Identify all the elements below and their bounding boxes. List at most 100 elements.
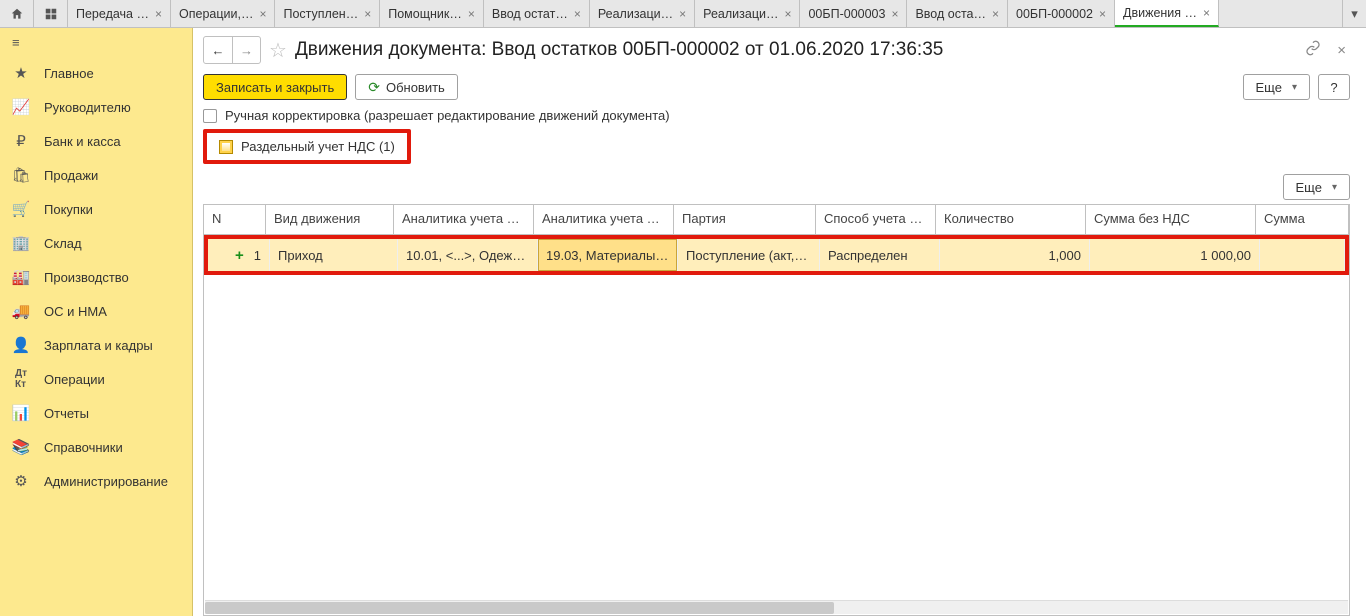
close-pane-button[interactable]: × [1333,38,1350,63]
close-icon[interactable]: × [574,7,581,21]
chevron-down-icon: ▾ [1332,182,1337,193]
sidebar-item-salary[interactable]: 👤Зарплата и кадры [0,328,192,362]
tab-5[interactable]: Реализаци…× [590,0,695,27]
cell-sum2[interactable] [1260,239,1345,271]
ruble-icon: ₽ [12,132,30,150]
cell-acc1[interactable]: 10.01, <...>, Одеж… [398,239,538,271]
history-nav: ← → [203,36,261,64]
scrollbar-thumb[interactable] [205,602,834,614]
grid-toolbar: Еще▾ [203,174,1350,200]
close-icon[interactable]: × [992,7,999,21]
grid-more-button[interactable]: Еще▾ [1283,174,1350,200]
sidebar-item-production[interactable]: 🏭 Производство [0,260,192,294]
close-icon[interactable]: × [468,7,475,21]
gear-icon: ⚙ [12,472,30,490]
sidebar-item-operations[interactable]: ДтКтОперации [0,362,192,396]
books-icon: 📚 [12,438,30,456]
save-close-button[interactable]: Записать и закрыть [203,74,347,100]
col-qty[interactable]: Количество [936,205,1086,234]
register-tab-vat[interactable]: Раздельный учет НДС (1) [203,129,411,164]
tabs-overflow-button[interactable]: ▾ [1342,0,1366,27]
forward-button[interactable]: → [232,37,260,63]
sidebar: ≡ ★Главное 📈 Руководителю ₽ Банк и касса 🛍… [0,28,193,616]
more-button[interactable]: Еще▾ [1243,74,1310,100]
cell-sum[interactable]: 1 000,00 [1090,239,1260,271]
factory-icon: 🏭 [12,268,30,286]
tab-10[interactable]: Движения …× [1115,0,1219,27]
windows-icon[interactable] [34,0,68,27]
col-sum[interactable]: Сумма без НДС [1086,205,1256,234]
sidebar-item-label: Администрирование [44,474,168,489]
sidebar-item-label: Главное [44,66,94,81]
tab-6[interactable]: Реализаци…× [695,0,800,27]
sidebar-item-label: Продажи [44,168,98,183]
accounting-icon: ДтКт [12,368,30,390]
sidebar-item-label: Производство [44,270,129,285]
toolbar: Записать и закрыть ⟳Обновить Еще▾ ? [203,74,1350,100]
manual-edit-row: Ручная корректировка (разрешает редактир… [203,108,1350,123]
sidebar-item-label: Руководителю [44,100,131,115]
sidebar-item-label: Зарплата и кадры [44,338,153,353]
tab-8[interactable]: Ввод оста…× [907,0,1008,27]
close-icon[interactable]: × [259,7,266,21]
cell-method[interactable]: Распределен [820,239,940,271]
tab-4[interactable]: Ввод остат…× [484,0,590,27]
sidebar-item-sales[interactable]: 🛍Продажи [0,158,192,192]
col-acc2[interactable]: Аналитика учета … [534,205,674,234]
chart-line-icon: 📈 [12,98,30,116]
close-icon[interactable]: × [364,7,371,21]
manual-edit-checkbox[interactable] [203,109,217,123]
cell-kind[interactable]: Приход [270,239,398,271]
manual-edit-label: Ручная корректировка (разрешает редактир… [225,108,670,123]
table-row[interactable]: +1 Приход 10.01, <...>, Одеж… 19.03, Мат… [208,239,1345,271]
tab-strip: Передача …× Операции,…× Поступлен…× Помо… [68,0,1342,27]
grid-header: N Вид движения Аналитика учета … Аналити… [204,205,1349,235]
building-icon: 🏢 [12,234,30,252]
close-icon[interactable]: × [155,7,162,21]
sidebar-item-purchases[interactable]: 🛒Покупки [0,192,192,226]
horizontal-scrollbar[interactable] [205,600,1348,614]
col-kind[interactable]: Вид движения [266,205,394,234]
sidebar-item-admin[interactable]: ⚙ Администрирование [0,464,192,498]
sidebar-item-label: Склад [44,236,82,251]
tab-7[interactable]: 00БП-000003× [800,0,907,27]
sidebar-item-main[interactable]: ★Главное [0,56,192,90]
col-sum2[interactable]: Сумма [1256,205,1349,234]
col-party[interactable]: Партия [674,205,816,234]
sidebar-item-assets[interactable]: 🚚ОС и НМА [0,294,192,328]
sidebar-item-warehouse[interactable]: 🏢 Склад [0,226,192,260]
sidebar-item-label: Банк и касса [44,134,121,149]
tab-3[interactable]: Помощник…× [380,0,484,27]
header-row: ← → ☆ Движения документа: Ввод остатков … [203,36,1350,64]
page-title: Движения документа: Ввод остатков 00БП-0… [295,39,943,61]
help-button[interactable]: ? [1318,74,1350,100]
sidebar-item-reports[interactable]: 📊Отчеты [0,396,192,430]
tab-1[interactable]: Операции,…× [171,0,275,27]
close-icon[interactable]: × [891,7,898,21]
cell-party[interactable]: Поступление (акт,… [678,239,820,271]
col-method[interactable]: Способ учета … [816,205,936,234]
close-icon[interactable]: × [1203,6,1210,20]
close-icon[interactable]: × [679,7,686,21]
col-n[interactable]: N [204,205,266,234]
sidebar-item-manager[interactable]: 📈 Руководителю [0,90,192,124]
cell-qty[interactable]: 1,000 [940,239,1090,271]
home-icon[interactable] [0,0,34,27]
sidebar-toggle[interactable]: ≡ [0,28,192,56]
back-button[interactable]: ← [204,37,232,63]
tab-0[interactable]: Передача …× [68,0,171,27]
link-icon[interactable] [1301,36,1325,64]
cell-acc2[interactable]: 19.03, Материалы… [538,239,678,271]
col-acc1[interactable]: Аналитика учета … [394,205,534,234]
refresh-button[interactable]: ⟳Обновить [355,74,458,100]
tab-2[interactable]: Поступлен…× [275,0,380,27]
cart-icon: 🛒 [12,200,30,218]
tab-9[interactable]: 00БП-000002× [1008,0,1115,27]
sidebar-item-bank[interactable]: ₽ Банк и касса [0,124,192,158]
close-icon[interactable]: × [784,7,791,21]
cell-n[interactable]: +1 [208,239,270,271]
sidebar-item-catalogs[interactable]: 📚Справочники [0,430,192,464]
row-highlight: +1 Приход 10.01, <...>, Одеж… 19.03, Мат… [204,235,1349,275]
favorite-icon[interactable]: ☆ [269,38,287,63]
close-icon[interactable]: × [1099,7,1106,21]
